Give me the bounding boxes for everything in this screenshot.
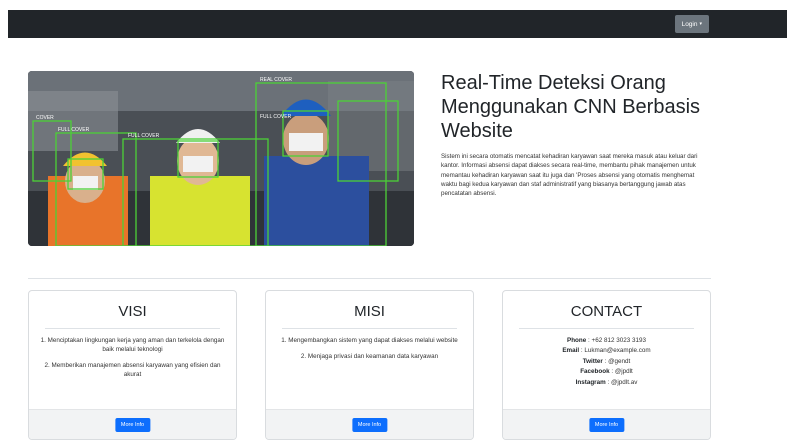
detection-label: REAL COVER — [260, 77, 292, 83]
login-dropdown-button[interactable]: Login ▾ — [674, 15, 709, 33]
contact-twitter: Twitter : @gendt — [582, 357, 631, 365]
visi-card: VISI 1. Menciptakan lingkungan kerja yan… — [28, 290, 237, 440]
list-item: 1. Mengembangkan sistem yang dapat diaks… — [281, 337, 458, 344]
detection-label: FULL COVER — [260, 114, 292, 120]
card-title: MISI — [354, 303, 385, 320]
card-title: CONTACT — [570, 303, 643, 320]
login-label: Login — [681, 20, 698, 28]
contact-facebook: Facebook : @jpdlt — [580, 368, 633, 376]
list-item: 2. Memberikan manajemen absensi karyawan… — [44, 362, 221, 378]
contact-card: CONTACT Phone : +62 812 3023 3193 Email … — [502, 290, 711, 440]
contact-phone: Phone : +62 812 3023 3193 — [567, 337, 646, 344]
hero-image: REAL COVER FULL COVER FULL COVER FULL CO… — [28, 71, 414, 246]
card-footer: More Info — [29, 409, 236, 439]
list-item: 1. Menciptakan lingkungan kerja yang ama… — [40, 337, 225, 353]
detection-label: COVER — [36, 115, 54, 121]
worker-detection-illustration: REAL COVER FULL COVER FULL COVER FULL CO… — [28, 71, 414, 246]
page-title: Real-Time Deteksi Orang Menggunakan CNN … — [441, 72, 701, 142]
caret-down-icon: ▾ — [699, 21, 702, 27]
card-footer: More Info — [503, 409, 710, 439]
misi-more-info-button[interactable]: More Info — [351, 418, 388, 432]
hero-description: Sistem ini secara otomatis mencatat keha… — [441, 153, 698, 198]
visi-more-info-button[interactable]: More Info — [114, 418, 151, 432]
top-navbar: Login ▾ — [8, 10, 787, 38]
detection-label: FULL COVER — [58, 127, 90, 133]
section-divider — [28, 278, 711, 279]
visi-list: 1. Menciptakan lingkungan kerja yang ama… — [29, 329, 236, 379]
misi-list: 1. Mengembangkan sistem yang dapat diaks… — [266, 329, 473, 361]
misi-card: MISI 1. Mengembangkan sistem yang dapat … — [265, 290, 474, 440]
contact-more-info-button[interactable]: More Info — [588, 418, 625, 432]
contact-instagram: Instagram : @jpdlt.av — [575, 378, 638, 386]
list-item: 2. Menjaga privasi dan keamanan data kar… — [300, 353, 439, 360]
detection-label: FULL COVER — [128, 133, 160, 139]
contact-email: Email : Lukman@example.com — [562, 347, 651, 355]
card-footer: More Info — [266, 409, 473, 439]
contact-list: Phone : +62 812 3023 3193 Email : Lukman… — [503, 329, 710, 388]
card-title: VISI — [118, 303, 147, 320]
